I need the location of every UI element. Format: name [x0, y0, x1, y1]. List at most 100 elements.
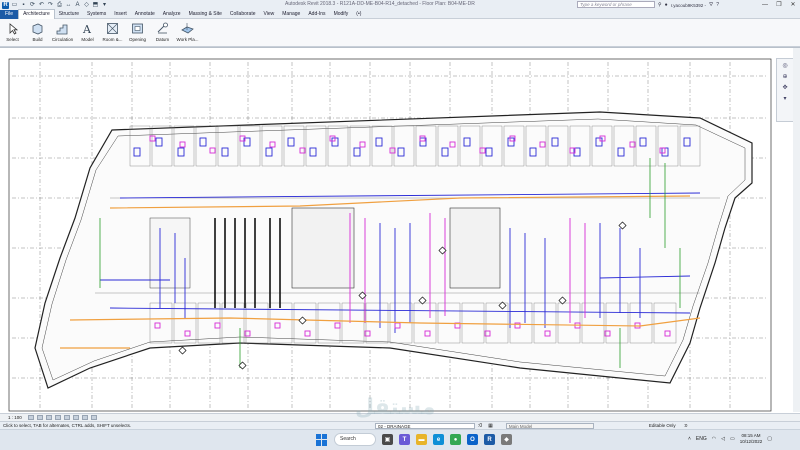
tab-architecture[interactable]: Architecture: [18, 9, 55, 19]
temp-hide-icon[interactable]: [81, 415, 88, 420]
user-icon[interactable]: ●: [665, 2, 668, 8]
model-button[interactable]: A Model: [75, 19, 100, 47]
datum-icon: [156, 22, 169, 35]
tab-collaborate[interactable]: Collaborate: [226, 10, 260, 19]
visual-style-icon[interactable]: [36, 415, 43, 420]
outlook-icon[interactable]: O: [467, 434, 478, 445]
revit-taskbar-icon[interactable]: R: [484, 434, 495, 445]
tab-manage[interactable]: Manage: [278, 10, 304, 19]
app-icon[interactable]: ◆: [501, 434, 512, 445]
crop-view-icon[interactable]: [63, 415, 70, 420]
windows-start-icon[interactable]: [316, 433, 328, 446]
navigation-bar: ◎ ⊕ ✥ ▾: [776, 58, 794, 122]
undo-icon[interactable]: ↶: [38, 2, 45, 9]
core-block-2[interactable]: [449, 207, 501, 289]
stair-icon: [56, 22, 69, 35]
tab-systems[interactable]: Systems: [83, 10, 110, 19]
lang-indicator[interactable]: ENG: [696, 436, 707, 442]
view-scale[interactable]: 1 : 100: [8, 415, 22, 420]
minimize-icon[interactable]: —: [758, 0, 772, 10]
clock[interactable]: 08:15 AM 10/12/2022: [740, 433, 763, 445]
volume-icon[interactable]: ◁: [721, 436, 725, 442]
zoom-icon[interactable]: ⊕: [782, 73, 787, 80]
build-button[interactable]: Build: [25, 19, 50, 47]
nav-dropdown-icon[interactable]: ▾: [783, 95, 786, 102]
workset-select[interactable]: 02 - DRAINAGE: [375, 422, 475, 429]
core-block-3[interactable]: [149, 217, 191, 289]
window-title: Autodesk Revit 2018.3 - R121A-DD-ME-B04-…: [285, 1, 475, 7]
task-view-icon[interactable]: ▣: [382, 434, 393, 445]
tag-icon[interactable]: A: [74, 2, 81, 9]
windows-taskbar: Search ▣ T ▬ e ● O R ◆ ˄ ENG ◠ ◁ ▭ 08:15…: [0, 429, 800, 450]
datum-button[interactable]: Datum: [150, 19, 175, 47]
show-crop-icon[interactable]: [72, 415, 79, 420]
wifi-icon[interactable]: ◠: [712, 436, 716, 442]
model-label: Model: [81, 37, 94, 42]
tab-annotate[interactable]: Annotate: [131, 10, 159, 19]
redo-icon[interactable]: ↷: [47, 2, 54, 9]
vertical-scrollbar[interactable]: [793, 48, 800, 412]
tab-insert[interactable]: Insert: [110, 10, 131, 19]
sync-icon[interactable]: ⟳: [29, 2, 36, 9]
select-button[interactable]: Select: [0, 19, 25, 47]
detail-level-icon[interactable]: [27, 415, 34, 420]
svg-text:A: A: [82, 23, 92, 35]
binoculars-icon[interactable]: ⚲: [658, 2, 662, 8]
measure-icon[interactable]: ↔: [65, 2, 72, 9]
section-icon[interactable]: ⬒: [92, 2, 99, 9]
notification-icon[interactable]: ▢: [767, 436, 772, 442]
user-name[interactable]: r.yacoub9K5392 -: [671, 3, 706, 8]
design-options-icon[interactable]: ▦: [488, 423, 493, 429]
work-plane-label: Work Pla...: [176, 37, 199, 42]
work-plane-button[interactable]: Work Pla...: [175, 19, 200, 47]
help-search-input[interactable]: Type a keyword or phrase: [577, 1, 655, 8]
chrome-icon[interactable]: ●: [450, 434, 461, 445]
core-block-1[interactable]: [291, 207, 355, 289]
tab-file[interactable]: File: [0, 9, 19, 19]
tab-modify[interactable]: Modify: [330, 10, 353, 19]
reveal-hidden-icon[interactable]: [90, 415, 97, 420]
shadows-icon[interactable]: [54, 415, 61, 420]
close-icon[interactable]: ✕: [786, 0, 800, 10]
steering-wheel-icon[interactable]: ◎: [782, 62, 787, 69]
datum-label: Datum: [155, 37, 170, 42]
pan-icon[interactable]: ✥: [782, 84, 787, 91]
tab-structure[interactable]: Structure: [55, 10, 83, 19]
help-icon[interactable]: ?: [716, 2, 719, 8]
open-icon[interactable]: ▭: [11, 2, 18, 9]
sun-path-icon[interactable]: [45, 415, 52, 420]
window-controls: — ❐ ✕: [758, 0, 800, 10]
3d-icon[interactable]: ◇: [83, 2, 90, 9]
drawing-canvas[interactable]: ◎ ⊕ ✥ ▾: [0, 47, 800, 413]
teams-icon[interactable]: T: [399, 434, 410, 445]
wall-icon: [31, 22, 44, 35]
file-explorer-icon[interactable]: ▬: [416, 434, 427, 445]
battery-icon[interactable]: ▭: [730, 436, 735, 442]
room-area-label: Room &...: [102, 37, 123, 42]
selection-filter-count[interactable]: :0: [684, 423, 688, 428]
cart-icon[interactable]: ⛛: [709, 2, 713, 8]
tab-view[interactable]: View: [260, 10, 279, 19]
floor-plan-drawing[interactable]: [0, 48, 793, 414]
tab-massing-site[interactable]: Massing & Site: [185, 10, 226, 19]
workset-count: :0: [478, 422, 483, 429]
tab-ribbon-toggle[interactable]: (•): [352, 10, 365, 19]
circulation-button[interactable]: Circulation: [50, 19, 75, 47]
opening-icon: [131, 22, 144, 35]
edge-icon[interactable]: e: [433, 434, 444, 445]
revit-logo-icon[interactable]: R: [2, 1, 9, 9]
print-icon[interactable]: ⎙: [56, 2, 63, 9]
design-option-select[interactable]: Main Model: [505, 422, 594, 429]
opening-button[interactable]: Opening: [125, 19, 150, 47]
editable-only-toggle[interactable]: Editable Only: [649, 423, 676, 428]
save-icon[interactable]: ▪: [20, 2, 27, 9]
dropdown-icon[interactable]: ▾: [101, 2, 108, 9]
tray-chevron-icon[interactable]: ˄: [688, 436, 691, 442]
room-area-button[interactable]: Room &...: [100, 19, 125, 47]
taskbar-search[interactable]: Search: [334, 433, 376, 446]
workplane-icon: [181, 22, 194, 35]
tab-analyze[interactable]: Analyze: [159, 10, 185, 19]
status-bar: Click to select, TAB for alternates, CTR…: [0, 421, 800, 429]
maximize-icon[interactable]: ❐: [772, 0, 786, 10]
tab-add-ins[interactable]: Add-Ins: [304, 10, 329, 19]
